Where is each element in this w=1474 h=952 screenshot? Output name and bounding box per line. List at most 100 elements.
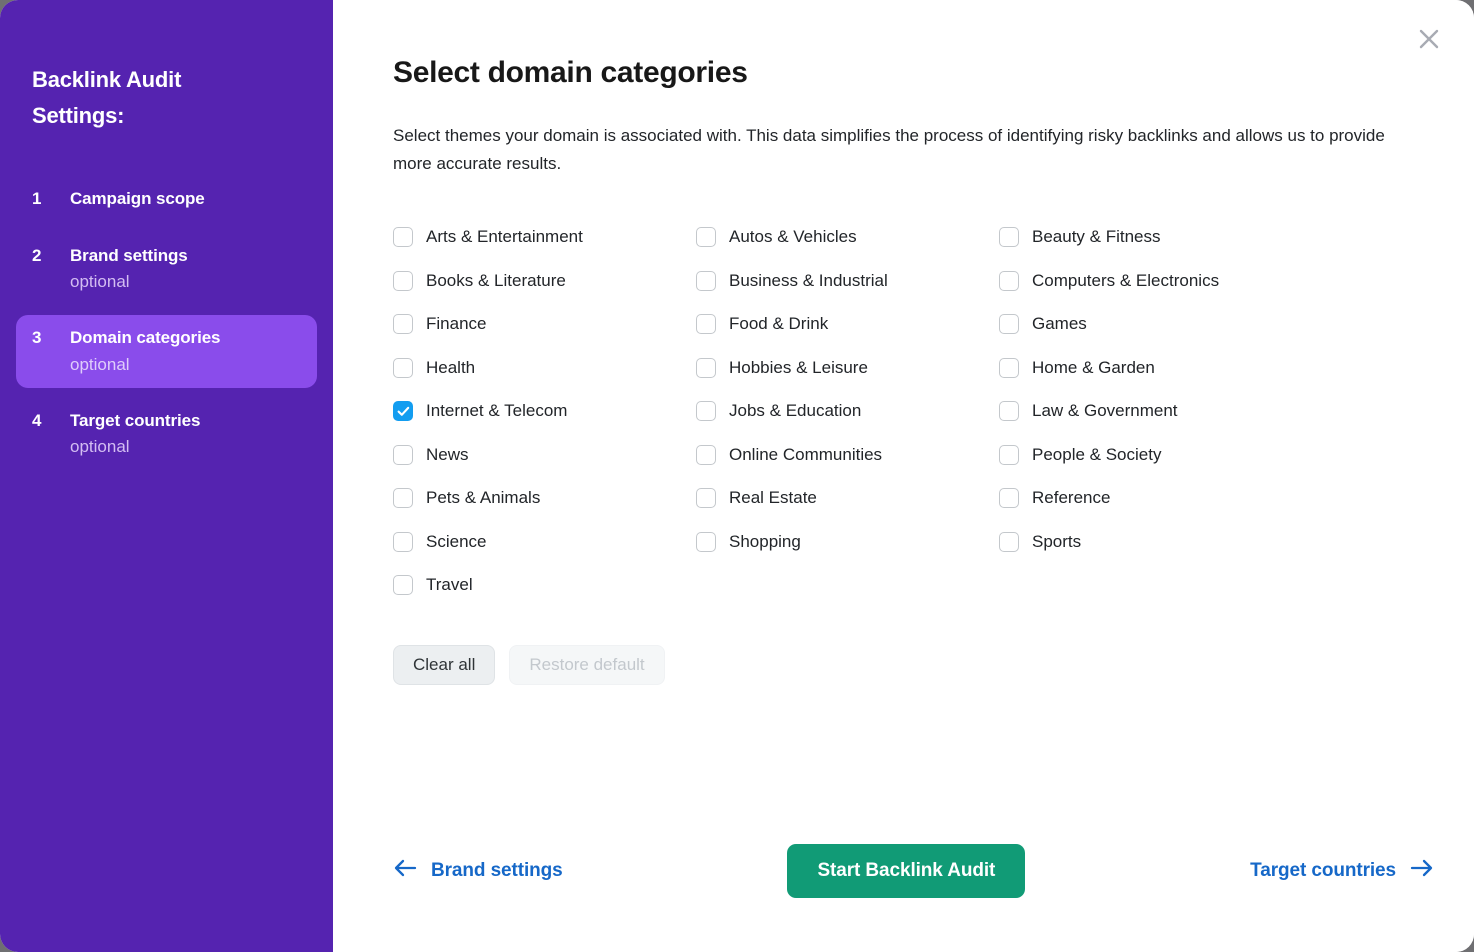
- category-checkbox-news[interactable]: News: [393, 433, 696, 477]
- category-checkbox-jobs-education[interactable]: Jobs & Education: [696, 389, 999, 433]
- arrow-right-icon: [1410, 859, 1434, 883]
- category-label: Arts & Entertainment: [426, 224, 583, 250]
- page-description: Select themes your domain is associated …: [393, 122, 1413, 177]
- category-checkbox-arts-entertainment[interactable]: Arts & Entertainment: [393, 215, 696, 259]
- category-checkbox-internet-telecom[interactable]: Internet & Telecom: [393, 389, 696, 433]
- step-label: Target countries: [70, 408, 301, 434]
- category-checkbox-reference[interactable]: Reference: [999, 476, 1419, 520]
- category-label: Jobs & Education: [729, 398, 861, 424]
- checkbox-icon[interactable]: [393, 532, 413, 552]
- sidebar-step-campaign-scope[interactable]: 1Campaign scope: [16, 176, 317, 222]
- checkbox-icon[interactable]: [696, 227, 716, 247]
- sidebar-title: Backlink Audit Settings:: [0, 62, 333, 133]
- category-label: Food & Drink: [729, 311, 828, 337]
- category-label: Autos & Vehicles: [729, 224, 857, 250]
- page-title: Select domain categories: [393, 56, 1434, 90]
- checkbox-icon[interactable]: [999, 445, 1019, 465]
- checkbox-icon[interactable]: [393, 271, 413, 291]
- category-label: Online Communities: [729, 442, 882, 468]
- category-checkbox-beauty-fitness[interactable]: Beauty & Fitness: [999, 215, 1419, 259]
- category-checkbox-finance[interactable]: Finance: [393, 302, 696, 346]
- step-label: Campaign scope: [70, 186, 301, 212]
- sidebar-step-brand-settings[interactable]: 2Brand settingsoptional: [16, 233, 317, 306]
- step-optional-tag: optional: [70, 352, 301, 378]
- category-checkbox-pets-animals[interactable]: Pets & Animals: [393, 476, 696, 520]
- step-optional-tag: optional: [70, 269, 301, 295]
- checkbox-icon[interactable]: [999, 488, 1019, 508]
- category-checkbox-health[interactable]: Health: [393, 346, 696, 390]
- sidebar-step-domain-categories[interactable]: 3Domain categoriesoptional: [16, 315, 317, 388]
- category-label: Beauty & Fitness: [1032, 224, 1161, 250]
- step-body: Campaign scope: [70, 186, 301, 212]
- checkbox-icon[interactable]: [393, 358, 413, 378]
- checkbox-icon[interactable]: [696, 271, 716, 291]
- checkbox-icon[interactable]: [393, 314, 413, 334]
- step-number: 3: [32, 325, 70, 351]
- category-label: Home & Garden: [1032, 355, 1155, 381]
- modal-footer: Brand settings Start Backlink Audit Targ…: [393, 844, 1434, 898]
- category-checkbox-books-literature[interactable]: Books & Literature: [393, 259, 696, 303]
- start-backlink-audit-button[interactable]: Start Backlink Audit: [787, 844, 1025, 898]
- clear-all-button[interactable]: Clear all: [393, 645, 495, 685]
- category-label: Health: [426, 355, 475, 381]
- category-label: People & Society: [1032, 442, 1161, 468]
- checkbox-icon[interactable]: [696, 358, 716, 378]
- checkbox-icon[interactable]: [393, 401, 413, 421]
- category-checkbox-travel[interactable]: Travel: [393, 563, 696, 607]
- checkbox-icon[interactable]: [393, 445, 413, 465]
- category-label: Science: [426, 529, 486, 555]
- category-label: Finance: [426, 311, 486, 337]
- previous-step-link[interactable]: Brand settings: [393, 859, 563, 883]
- category-checkbox-law-government[interactable]: Law & Government: [999, 389, 1419, 433]
- category-checkbox-online-communities[interactable]: Online Communities: [696, 433, 999, 477]
- checkbox-icon[interactable]: [999, 314, 1019, 334]
- checkbox-icon[interactable]: [696, 532, 716, 552]
- category-checkbox-real-estate[interactable]: Real Estate: [696, 476, 999, 520]
- checkbox-icon[interactable]: [393, 575, 413, 595]
- category-label: Computers & Electronics: [1032, 268, 1219, 294]
- checkbox-icon[interactable]: [999, 227, 1019, 247]
- checkbox-icon[interactable]: [999, 532, 1019, 552]
- category-label: Sports: [1032, 529, 1081, 555]
- settings-sidebar: Backlink Audit Settings: 1Campaign scope…: [0, 0, 333, 952]
- checkbox-icon[interactable]: [696, 314, 716, 334]
- step-number: 2: [32, 243, 70, 269]
- category-checkbox-people-society[interactable]: People & Society: [999, 433, 1419, 477]
- domain-categories-modal: Backlink Audit Settings: 1Campaign scope…: [0, 0, 1474, 952]
- category-checkbox-home-garden[interactable]: Home & Garden: [999, 346, 1419, 390]
- category-label: Law & Government: [1032, 398, 1178, 424]
- category-checkbox-games[interactable]: Games: [999, 302, 1419, 346]
- checkbox-icon[interactable]: [696, 445, 716, 465]
- category-label: Shopping: [729, 529, 801, 555]
- category-checkbox-shopping[interactable]: Shopping: [696, 520, 999, 564]
- category-label: Travel: [426, 572, 473, 598]
- category-checkbox-business-industrial[interactable]: Business & Industrial: [696, 259, 999, 303]
- modal-main-content: Select domain categories Select themes y…: [333, 0, 1474, 952]
- category-checkbox-autos-vehicles[interactable]: Autos & Vehicles: [696, 215, 999, 259]
- previous-step-label: Brand settings: [431, 860, 563, 882]
- step-body: Domain categoriesoptional: [70, 325, 301, 378]
- category-checkbox-computers-electronics[interactable]: Computers & Electronics: [999, 259, 1419, 303]
- checkbox-icon[interactable]: [696, 488, 716, 508]
- next-step-link[interactable]: Target countries: [1250, 859, 1434, 883]
- checkbox-icon[interactable]: [999, 401, 1019, 421]
- category-label: Pets & Animals: [426, 485, 540, 511]
- category-checkbox-hobbies-leisure[interactable]: Hobbies & Leisure: [696, 346, 999, 390]
- sidebar-step-target-countries[interactable]: 4Target countriesoptional: [16, 398, 317, 471]
- category-label: Books & Literature: [426, 268, 566, 294]
- list-actions-row: Clear all Restore default: [393, 645, 1434, 685]
- checkbox-icon[interactable]: [393, 227, 413, 247]
- category-checkbox-science[interactable]: Science: [393, 520, 696, 564]
- step-label: Brand settings: [70, 243, 301, 269]
- next-step-label: Target countries: [1250, 860, 1396, 882]
- checkbox-icon[interactable]: [999, 271, 1019, 291]
- checkbox-icon[interactable]: [696, 401, 716, 421]
- category-checkbox-sports[interactable]: Sports: [999, 520, 1419, 564]
- close-icon[interactable]: [1406, 16, 1452, 62]
- step-number: 1: [32, 186, 70, 212]
- checkbox-icon[interactable]: [393, 488, 413, 508]
- category-label: Reference: [1032, 485, 1110, 511]
- arrow-left-icon: [393, 859, 417, 883]
- checkbox-icon[interactable]: [999, 358, 1019, 378]
- category-checkbox-food-drink[interactable]: Food & Drink: [696, 302, 999, 346]
